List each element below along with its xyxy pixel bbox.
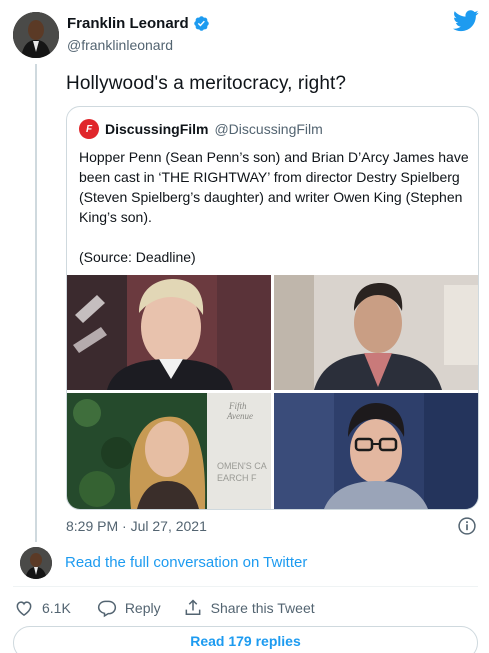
photo-sign-logo-2: Avenue bbox=[226, 411, 253, 421]
tweet-text: Hollywood's a meritocracy, right? bbox=[66, 73, 347, 94]
share-label: Share this Tweet bbox=[210, 600, 315, 616]
quoted-account-name: DiscussingFilm bbox=[105, 121, 209, 137]
author-avatar-small[interactable] bbox=[20, 547, 52, 579]
verified-badge-icon bbox=[193, 16, 209, 31]
photo-hopper-penn[interactable] bbox=[67, 275, 271, 390]
reply-button[interactable]: Reply bbox=[97, 598, 161, 618]
thread-line bbox=[35, 64, 37, 542]
quoted-tweet-header: F DiscussingFilm @DiscussingFilm bbox=[79, 119, 323, 139]
quoted-tweet-body: Hopper Penn (Sean Penn’s son) and Brian … bbox=[79, 147, 469, 267]
quoted-tweet-text: Hopper Penn (Sean Penn’s son) and Brian … bbox=[79, 149, 469, 225]
read-full-conversation-link[interactable]: Read the full conversation on Twitter bbox=[65, 554, 307, 571]
photo-sign-logo: Fifth bbox=[228, 401, 247, 411]
like-button[interactable]: 6.1K bbox=[14, 598, 71, 618]
tweet-timestamp[interactable]: 8:29 PM · Jul 27, 2021 bbox=[66, 518, 207, 534]
info-icon[interactable] bbox=[457, 516, 477, 536]
read-replies-button[interactable]: Read 179 replies bbox=[13, 626, 478, 653]
like-count: 6.1K bbox=[42, 600, 71, 616]
author-name-text[interactable]: Franklin Leonard bbox=[67, 15, 189, 32]
author-avatar[interactable] bbox=[13, 12, 59, 58]
photo-sign-text: OMEN'S CA bbox=[217, 461, 267, 471]
heart-icon bbox=[16, 601, 32, 616]
quoted-tweet-source: (Source: Deadline) bbox=[79, 249, 196, 265]
tweet-actions: 6.1K Reply Share this Tweet bbox=[14, 597, 315, 619]
quoted-account-avatar: F bbox=[79, 119, 99, 139]
reply-label: Reply bbox=[124, 600, 161, 616]
photo-destry-spielberg[interactable]: Fifth Avenue OMEN'S CA EARCH F bbox=[67, 393, 271, 509]
quoted-account-handle: @DiscussingFilm bbox=[214, 121, 323, 137]
embedded-tweet-card: Franklin Leonard @franklinleonard Hollyw… bbox=[0, 0, 489, 653]
share-button[interactable]: Share this Tweet bbox=[183, 598, 315, 618]
author-name[interactable]: Franklin Leonard bbox=[67, 15, 210, 32]
share-icon bbox=[185, 599, 201, 615]
divider bbox=[13, 586, 478, 587]
reply-bubble-icon bbox=[97, 600, 116, 618]
photo-brian-darcy-james[interactable] bbox=[274, 275, 478, 390]
author-handle[interactable]: @franklinleonard bbox=[67, 37, 173, 53]
photo-sign-text-2: EARCH F bbox=[217, 473, 257, 483]
twitter-bird-icon[interactable] bbox=[453, 10, 479, 32]
media-grid: Fifth Avenue OMEN'S CA EARCH F bbox=[67, 275, 478, 509]
quoted-tweet[interactable]: F DiscussingFilm @DiscussingFilm Hopper … bbox=[66, 106, 479, 510]
photo-owen-king[interactable] bbox=[274, 393, 478, 509]
